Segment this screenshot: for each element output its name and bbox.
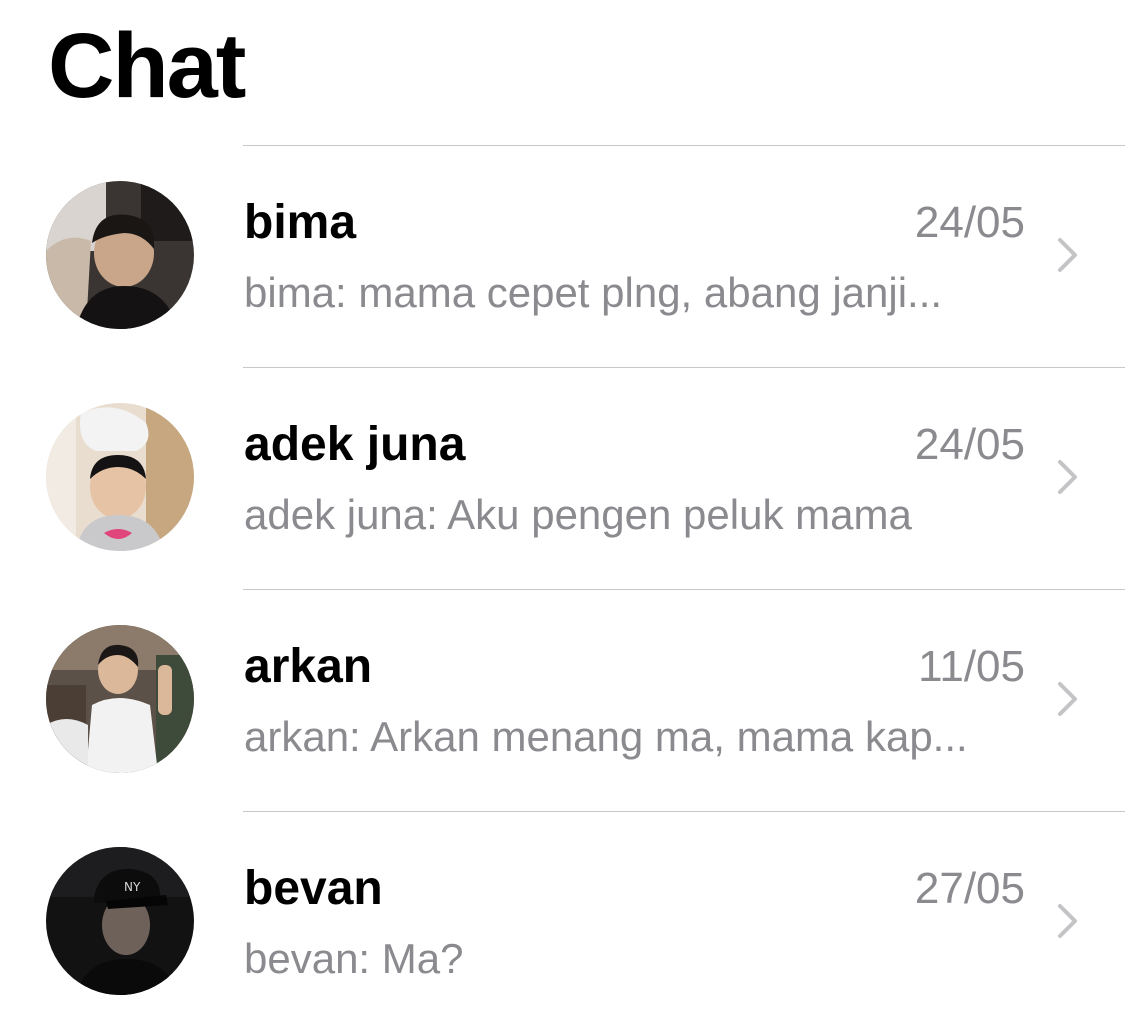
- chat-date: 24/05: [914, 420, 1025, 469]
- chat-name: bima: [244, 196, 357, 249]
- chat-preview: adek juna: Aku pengen peluk mama: [244, 491, 912, 538]
- chat-preview: bevan: Ma?: [244, 935, 464, 982]
- avatar-photo-bima: [46, 181, 194, 329]
- chat-preview: arkan: Arkan menang ma, mama kap...: [244, 713, 968, 760]
- avatar: [46, 625, 194, 773]
- chevron-right-icon: [1058, 682, 1077, 716]
- chevron-right-icon: [1058, 904, 1077, 938]
- chat-date: 27/05: [914, 864, 1025, 913]
- chat-date: 11/05: [918, 642, 1025, 691]
- chat-row-bevan[interactable]: NY bevan 27/05 bevan: Ma?: [0, 811, 1125, 1033]
- page-title: Chat: [48, 15, 246, 117]
- chat-row-arkan[interactable]: arkan 11/05 arkan: Arkan menang ma, mama…: [0, 589, 1125, 811]
- avatar-photo-bevan: NY: [46, 847, 194, 995]
- chat-name: adek juna: [244, 418, 466, 471]
- chevron-right-icon: [1058, 460, 1077, 494]
- chat-list: bima 24/05 bima: mama cepet plng, abang …: [0, 145, 1125, 1033]
- avatar-photo-adek-juna: [46, 403, 194, 551]
- svg-text:NY: NY: [124, 880, 141, 894]
- chat-row-bima[interactable]: bima 24/05 bima: mama cepet plng, abang …: [0, 145, 1125, 367]
- avatar: [46, 403, 194, 551]
- chat-name: arkan: [244, 640, 373, 693]
- chat-preview: bima: mama cepet plng, abang janji...: [244, 269, 943, 316]
- avatar-photo-arkan: [46, 625, 194, 773]
- avatar: [46, 181, 194, 329]
- chat-date: 24/05: [914, 198, 1025, 247]
- chat-row-adek-juna[interactable]: adek juna 24/05 adek juna: Aku pengen pe…: [0, 367, 1125, 589]
- chevron-right-icon: [1058, 238, 1077, 272]
- avatar: NY: [46, 847, 194, 995]
- chat-name: bevan: [244, 862, 383, 915]
